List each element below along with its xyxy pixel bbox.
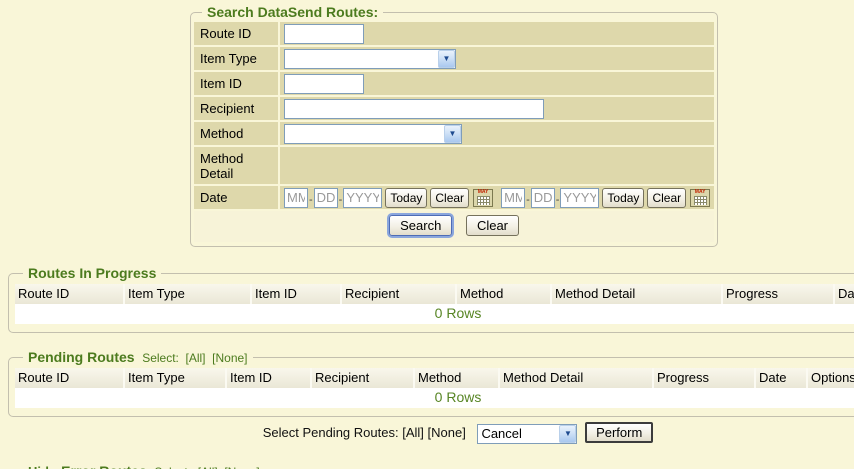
search-form-title: Search DataSend Routes: [207,4,378,20]
column-header: Recipient [312,368,415,388]
column-header: Method Detail [552,284,723,304]
table-header-row: Route ID Item Type Item ID Recipient Met… [15,284,854,304]
row-count: 0 Rows [15,304,854,324]
column-header: Progress [723,284,835,304]
search-buttons-row: Search Clear [194,211,714,242]
clear-button[interactable]: Clear [466,215,519,236]
recipient-row: Recipient [194,97,714,120]
pending-routes-table: Route ID Item Type Item ID Recipient Met… [15,368,854,408]
column-header: Date [756,368,808,388]
calendar-icon[interactable]: MAY [473,189,493,207]
recipient-input[interactable] [284,99,544,119]
column-header: Method [415,368,500,388]
method-detail-label: Method Detail [194,147,278,184]
column-header: Item ID [252,284,342,304]
date-to-year-input[interactable] [560,188,599,208]
column-header: Item Type [125,368,227,388]
recipient-label: Recipient [194,97,278,120]
method-row: Method ▼ [194,122,714,145]
method-detail-row: Method Detail [194,147,714,184]
item-type-label: Item Type [194,47,278,70]
hide-error-routes-link[interactable]: Hide [28,464,56,469]
column-header: Options [808,368,854,388]
column-header: Progress [654,368,756,388]
routes-in-progress-legend: Routes In Progress [23,265,161,281]
date-label: Date [194,186,278,209]
table-row: 0 Rows [15,304,854,324]
pending-select-all-link[interactable]: [All] [186,351,206,365]
item-id-label: Item ID [194,72,278,95]
item-type-select[interactable]: ▼ [284,49,456,69]
pending-select-none-link[interactable]: [None] [212,351,247,365]
pending-actions-all-link[interactable]: [All] [402,425,424,440]
chevron-down-icon: ▼ [559,425,576,443]
pending-action-select[interactable]: Cancel ▼ [477,424,577,444]
item-id-input[interactable] [284,74,364,94]
error-routes-section: HideError Routes Select: [All] [None] Ro… [8,463,854,469]
perform-button[interactable]: Perform [585,422,653,443]
pending-routes-section: Pending Routes Select: [All] [None] Rout… [8,349,854,417]
routes-in-progress-table: Route ID Item Type Item ID Recipient Met… [15,284,854,324]
pending-actions-none-link[interactable]: [None] [428,425,466,440]
route-id-input[interactable] [284,24,364,44]
error-select-all-link[interactable]: [All] [198,465,218,469]
search-button[interactable]: Search [389,215,452,236]
item-id-row: Item ID [194,72,714,95]
chevron-down-icon: ▼ [438,50,455,68]
column-header: Method Detail [500,368,654,388]
date-to-today-button[interactable]: Today [602,188,644,208]
column-header: Route ID [15,284,125,304]
column-header: Item Type [125,284,252,304]
date-from-year-input[interactable] [343,188,382,208]
search-form-legend: Search DataSend Routes: [202,4,383,20]
pending-actions-label: Select Pending Routes: [263,425,399,440]
column-header: Recipient [342,284,457,304]
date-from-group: -- Today Clear MAY [284,188,493,208]
pending-actions-row: Select Pending Routes: [All] [None] Canc… [8,422,854,444]
method-label: Method [194,122,278,145]
column-header: Item ID [227,368,312,388]
pending-action-select-value: Cancel [478,426,524,441]
date-to-month-input[interactable] [501,188,525,208]
chevron-down-icon: ▼ [444,125,461,143]
pending-routes-legend: Pending Routes Select: [All] [None] [23,349,253,365]
date-to-day-input[interactable] [531,188,555,208]
date-row: Date -- Today Clear MAY -- Today Clear M… [194,186,714,209]
table-header-row: Route ID Item Type Item ID Recipient Met… [15,368,854,388]
route-id-label: Route ID [194,22,278,45]
column-header: Date [835,284,854,304]
item-type-row: Item Type ▼ [194,47,714,70]
row-count: 0 Rows [15,388,854,408]
date-from-month-input[interactable] [284,188,308,208]
date-from-clear-button[interactable]: Clear [430,188,469,208]
route-id-row: Route ID [194,22,714,45]
column-header: Route ID [15,368,125,388]
routes-in-progress-section: Routes In Progress Route ID Item Type It… [8,265,854,333]
error-routes-legend: HideError Routes Select: [All] [None] [23,463,265,469]
method-select[interactable]: ▼ [284,124,462,144]
search-routes-form: Search DataSend Routes: Route ID Item Ty… [190,4,718,247]
date-from-today-button[interactable]: Today [385,188,427,208]
calendar-icon[interactable]: MAY [690,189,710,207]
date-from-day-input[interactable] [314,188,338,208]
date-to-clear-button[interactable]: Clear [647,188,686,208]
column-header: Method [457,284,552,304]
error-select-none-link[interactable]: [None] [224,465,259,469]
date-to-group: -- Today Clear MAY [501,188,710,208]
table-row: 0 Rows [15,388,854,408]
